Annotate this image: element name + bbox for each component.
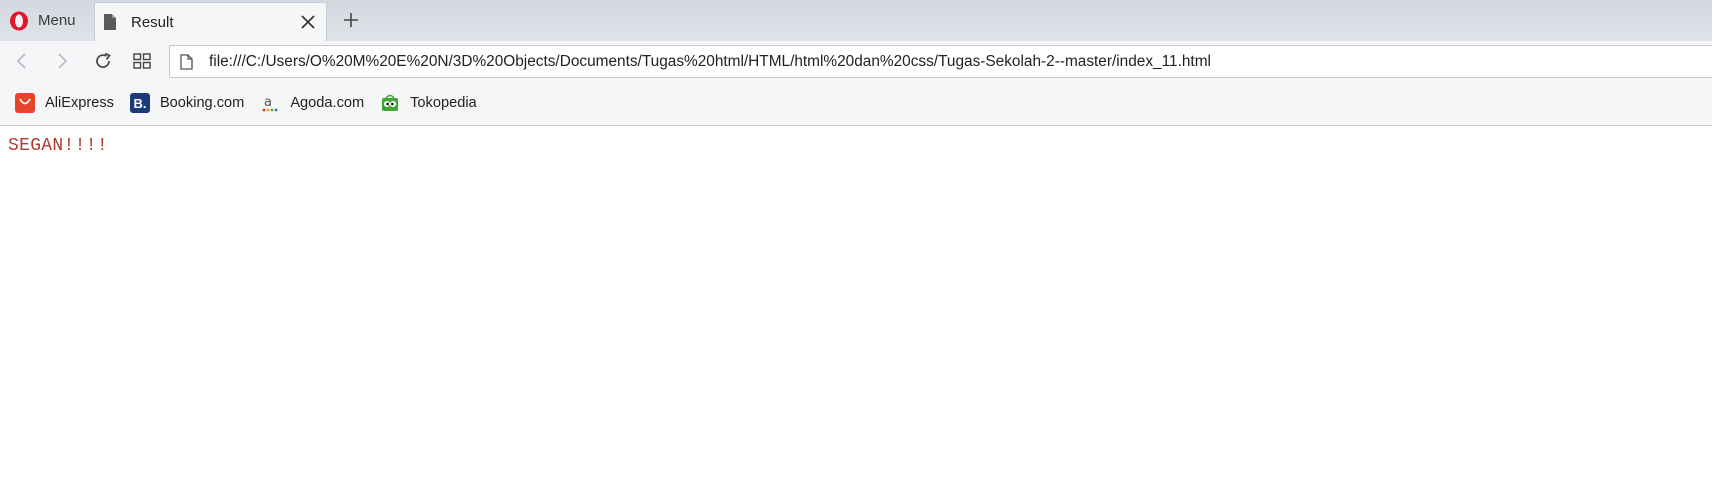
address-toolbar: file:///C:/Users/O%20M%20E%20N/3D%20Obje… xyxy=(0,41,1712,81)
new-tab-plus-icon[interactable] xyxy=(340,9,362,31)
booking-icon: B. xyxy=(129,93,150,113)
bookmark-label: Agoda.com xyxy=(290,95,365,111)
bookmark-tokopedia[interactable]: Tokopedia xyxy=(380,88,477,118)
address-bar[interactable]: file:///C:/Users/O%20M%20E%20N/3D%20Obje… xyxy=(169,45,1712,78)
bookmarks-bar: AliExpress B. Booking.com a Agoda.com To… xyxy=(0,81,1712,126)
document-icon xyxy=(103,13,119,31)
opera-logo-icon xyxy=(9,11,29,31)
tokopedia-icon xyxy=(380,93,400,113)
address-url: file:///C:/Users/O%20M%20E%20N/3D%20Obje… xyxy=(209,52,1211,70)
back-arrow-icon[interactable] xyxy=(8,47,36,75)
close-icon[interactable] xyxy=(299,13,317,31)
reload-icon[interactable] xyxy=(89,47,117,75)
opera-menu-button[interactable]: Menu xyxy=(0,0,90,41)
tab-strip: Menu Result xyxy=(0,0,1712,41)
aliexpress-icon xyxy=(15,93,35,113)
bookmark-label: Tokopedia xyxy=(410,95,477,111)
bookmark-label: Booking.com xyxy=(159,95,245,111)
bookmark-agoda[interactable]: a Agoda.com xyxy=(260,88,364,118)
page-icon xyxy=(180,53,194,70)
forward-arrow-icon[interactable] xyxy=(48,47,76,75)
agoda-icon: a xyxy=(260,93,280,113)
bookmark-booking[interactable]: B. Booking.com xyxy=(129,88,245,118)
svg-text:a: a xyxy=(264,95,272,110)
page-heading-text: SEGAN!!!! xyxy=(8,136,108,156)
tab-result[interactable]: Result xyxy=(94,2,327,41)
bookmark-label: AliExpress xyxy=(45,95,114,111)
tab-title: Result xyxy=(131,13,174,31)
speed-dial-grid-icon[interactable] xyxy=(128,47,156,75)
menu-label: Menu xyxy=(38,12,76,29)
bookmark-aliexpress[interactable]: AliExpress xyxy=(15,88,114,118)
page-content: SEGAN!!!! xyxy=(0,126,1712,499)
